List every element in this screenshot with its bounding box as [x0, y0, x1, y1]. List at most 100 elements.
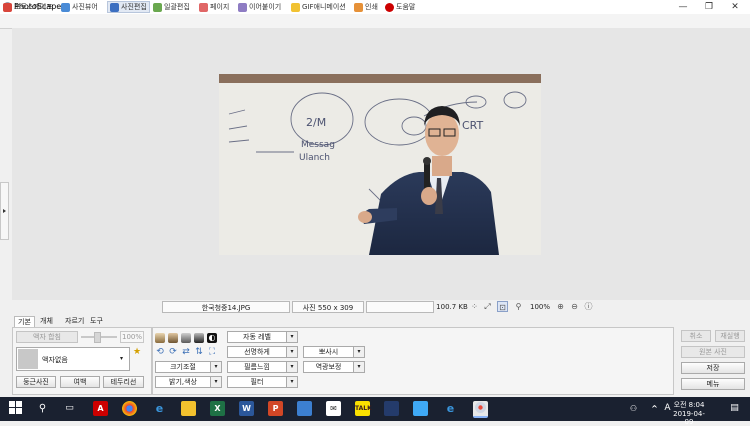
backlight-correction-dropdown[interactable]: 역광보정 ▾	[303, 361, 365, 373]
file-explorer-icon[interactable]	[181, 401, 196, 416]
clock-date[interactable]: 2019-04-09	[669, 410, 709, 426]
tab-viewer[interactable]: 사진뷰어	[61, 1, 98, 13]
status-dimensions: 사진 550 x 309	[292, 301, 364, 313]
clock-time[interactable]: 오전 8:04	[669, 400, 709, 410]
edited-photo[interactable]: 2/M Messag Ulanch CRT	[219, 74, 541, 255]
tab-label: 사진뷰어	[72, 3, 98, 11]
help-icon	[385, 2, 394, 12]
star-icon[interactable]: ★	[133, 347, 143, 357]
dropdown-label: 자동 레벨	[243, 333, 271, 341]
maximize-button[interactable]: ❐	[696, 0, 722, 14]
gif-icon	[291, 2, 300, 12]
notification-icon[interactable]: ▤	[727, 401, 742, 416]
board-text: Ulanch	[299, 153, 330, 163]
tab-page[interactable]: 페이지	[199, 1, 229, 13]
frame-thumbnail	[18, 349, 38, 369]
app-icon[interactable]	[413, 401, 428, 416]
rotate-icon[interactable]: ⟲	[155, 347, 165, 357]
dropdown-label: 필름느낌	[244, 363, 270, 371]
tab-combine[interactable]: 이어붙이기	[238, 1, 281, 13]
powerpoint-icon[interactable]: P	[268, 401, 283, 416]
panel-tab-object[interactable]: 개체	[37, 316, 56, 327]
tab-label: 도움말	[396, 3, 416, 11]
resize-dropdown[interactable]: 크기조절 ▾	[155, 361, 222, 373]
tab-label: GIF애니메이션	[302, 3, 346, 11]
opacity-slider-thumb[interactable]	[94, 332, 101, 343]
frame-line-button[interactable]: 액자 합침	[16, 331, 78, 343]
print-icon	[354, 2, 363, 12]
minimize-button[interactable]: —	[670, 0, 696, 14]
menu-button[interactable]: 메뉴	[681, 378, 745, 390]
flip-icon[interactable]: ⇄	[181, 347, 191, 357]
redo-all-button[interactable]: 재실행	[715, 330, 745, 342]
acrobat-icon[interactable]: A	[93, 401, 108, 416]
windows-start-icon[interactable]	[8, 401, 23, 416]
chrome-icon[interactable]	[122, 401, 137, 416]
crop-icon[interactable]: ⛶	[207, 347, 217, 357]
chevron-down-icon: ▾	[120, 355, 124, 362]
flip-vertical-icon[interactable]: ⇅	[194, 347, 204, 357]
tab-batch[interactable]: 일괄편집	[153, 1, 190, 13]
app-icon[interactable]	[384, 401, 399, 416]
status-empty-field	[366, 301, 434, 313]
margin-button[interactable]: 여백	[60, 376, 100, 388]
original-photo-button[interactable]: 원본 사진	[681, 346, 745, 358]
vintage-effect-icon[interactable]	[155, 333, 165, 343]
fullscreen-icon[interactable]: ⤢	[482, 301, 493, 312]
dropdown-label: 밝기,색상	[169, 378, 197, 386]
dropdown-label: 선명하게	[244, 348, 270, 356]
dark-effect-icon[interactable]	[194, 333, 204, 343]
tab-editor[interactable]: 사진편집	[107, 1, 150, 13]
negative-effect-icon[interactable]: ◐	[207, 333, 217, 343]
undo-button[interactable]: 취소	[681, 330, 711, 342]
tab-label: 페이지	[210, 3, 230, 11]
tab-gif[interactable]: GIF애니메이션	[291, 1, 346, 13]
fit-icon[interactable]: ⁘	[469, 301, 480, 312]
chevron-down-icon: ▾	[210, 377, 221, 387]
people-icon[interactable]: ⚇	[626, 401, 641, 416]
word-icon[interactable]: W	[239, 401, 254, 416]
round-photo-button[interactable]: 둥근사진	[16, 376, 56, 388]
zoom-out-icon[interactable]: ⊖	[569, 301, 580, 312]
tab-label: 인쇄	[365, 3, 378, 11]
border-button[interactable]: 테두리선	[103, 376, 144, 388]
board-text: CRT	[462, 119, 484, 132]
filter-dropdown[interactable]: 필터 ▾	[227, 376, 298, 388]
zoom-fit-icon[interactable]: ⊡	[497, 301, 508, 312]
tab-photoscape[interactable]: 포토스케이프	[3, 1, 53, 13]
tab-label: 일괄편집	[164, 3, 190, 11]
backlight-dropdown[interactable]: 뽀사시 ▾	[303, 346, 365, 358]
ie-icon[interactable]: e	[443, 401, 458, 416]
edge-icon[interactable]: e	[152, 401, 167, 416]
opacity-value[interactable]: 100%	[120, 331, 144, 343]
sidebar-toggle-handle[interactable]	[0, 182, 9, 240]
sepia-effect-icon[interactable]	[168, 333, 178, 343]
zoom-level: 100%	[529, 303, 550, 311]
zoom-in-icon[interactable]: ⊕	[555, 301, 566, 312]
brightness-color-dropdown[interactable]: 밝기,색상 ▾	[155, 376, 222, 388]
gray-effect-icon[interactable]	[181, 333, 191, 343]
film-effect-dropdown[interactable]: 필름느낌 ▾	[227, 361, 298, 373]
panel-tab-crop[interactable]: 자르기	[62, 316, 87, 327]
sharpen-dropdown[interactable]: 선명하게 ▾	[227, 346, 298, 358]
zoom-actual-icon[interactable]: ⚲	[513, 301, 524, 312]
batch-icon	[153, 2, 162, 12]
photoscape-taskbar-icon[interactable]	[473, 401, 488, 418]
chevron-down-icon: ▾	[210, 362, 221, 372]
auto-level-dropdown[interactable]: 자동 레벨 ▾	[227, 331, 298, 343]
combine-icon	[238, 2, 247, 12]
tab-print[interactable]: 인쇄	[354, 1, 378, 13]
chevron-down-icon: ▾	[286, 332, 297, 342]
photo-app-icon[interactable]	[297, 401, 312, 416]
task-view-icon[interactable]: ▭	[62, 401, 77, 416]
kakaotalk-icon[interactable]: TALK	[355, 401, 372, 416]
panel-tab-tools[interactable]: 도구	[87, 316, 106, 327]
search-icon[interactable]: ⚲	[35, 401, 50, 416]
tab-help[interactable]: 도움말	[385, 1, 415, 13]
mail-icon[interactable]: ✉	[326, 401, 341, 416]
close-button[interactable]: ✕	[722, 0, 748, 14]
info-icon[interactable]: ⓘ	[583, 301, 594, 312]
save-button[interactable]: 저장	[681, 362, 745, 374]
rotate-right-icon[interactable]: ⟳	[168, 347, 178, 357]
excel-icon[interactable]: X	[210, 401, 225, 416]
